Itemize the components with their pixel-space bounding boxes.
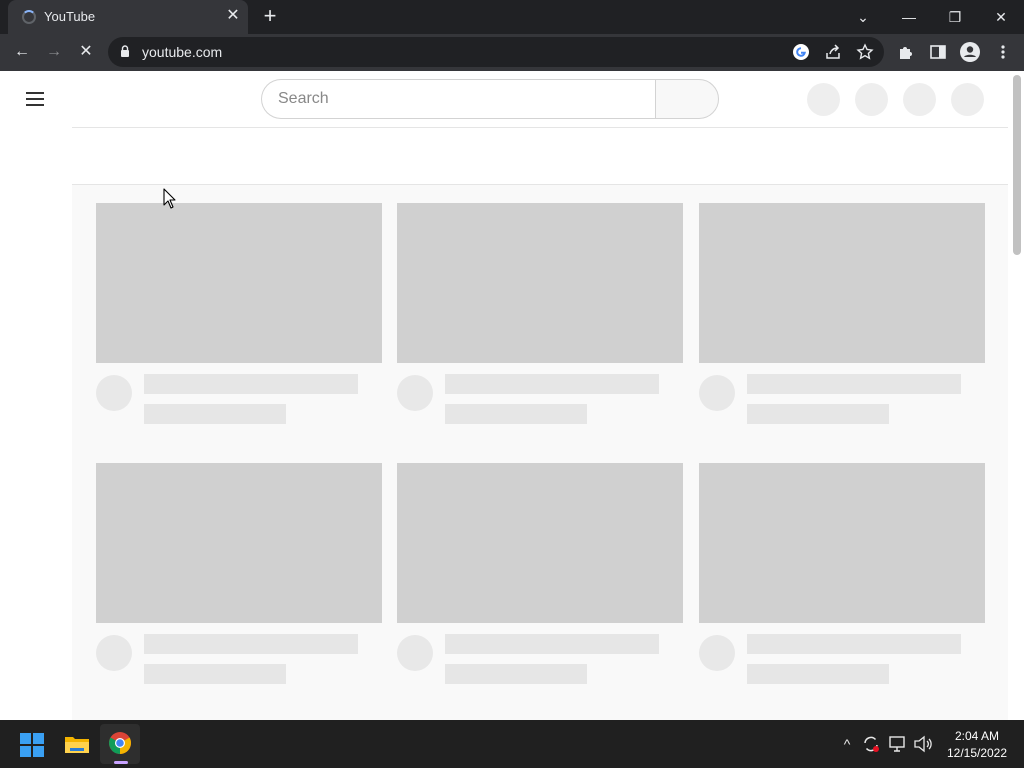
channel-avatar-placeholder xyxy=(699,375,735,411)
network-icon[interactable] xyxy=(888,734,908,754)
share-icon[interactable] xyxy=(824,43,842,61)
extensions-icon[interactable] xyxy=(897,43,915,61)
back-button[interactable]: ← xyxy=(8,38,36,66)
menu-dots-icon[interactable] xyxy=(994,43,1012,61)
forward-button[interactable]: → xyxy=(40,38,68,66)
folder-icon xyxy=(65,737,89,753)
search-button[interactable] xyxy=(655,79,719,119)
chrome-taskbar-button[interactable] xyxy=(100,724,140,764)
thumbnail-placeholder xyxy=(397,203,683,363)
clock-time[interactable]: 2:04 AM xyxy=(944,729,1010,743)
metadata-placeholder xyxy=(445,664,587,684)
channel-avatar-placeholder xyxy=(397,375,433,411)
browser-toolbar: ← → ✕ youtube.com xyxy=(0,34,1024,71)
header-placeholder-circle xyxy=(951,83,984,116)
metadata-placeholder xyxy=(747,404,889,424)
close-window-button[interactable]: ✕ xyxy=(978,0,1024,34)
channel-avatar-placeholder xyxy=(96,375,132,411)
mouse-cursor-icon xyxy=(163,188,176,209)
sync-icon[interactable] xyxy=(861,734,881,754)
windows-logo-icon xyxy=(20,733,44,757)
profile-icon[interactable] xyxy=(959,41,981,63)
channel-avatar-placeholder xyxy=(397,635,433,671)
minimize-button[interactable]: — xyxy=(886,0,932,34)
thumbnail-placeholder xyxy=(397,463,683,623)
video-card-placeholder xyxy=(96,463,382,693)
channel-avatar-placeholder xyxy=(699,635,735,671)
restore-button[interactable]: ❐ xyxy=(932,0,978,34)
start-button[interactable] xyxy=(12,724,52,764)
chips-bar-placeholder xyxy=(72,127,1008,185)
title-placeholder xyxy=(144,374,358,394)
guide-menu-icon[interactable] xyxy=(26,91,46,107)
tab-close-icon[interactable]: ✕ xyxy=(224,7,242,25)
url-text[interactable]: youtube.com xyxy=(142,44,222,60)
title-placeholder xyxy=(445,634,659,654)
video-card-placeholder xyxy=(699,203,985,433)
video-grid xyxy=(72,185,1008,720)
youtube-page xyxy=(0,71,1024,720)
thumbnail-placeholder xyxy=(96,463,382,623)
title-placeholder xyxy=(144,634,358,654)
google-lens-icon[interactable] xyxy=(792,43,810,61)
file-explorer-button[interactable] xyxy=(57,724,97,764)
loading-spinner-icon xyxy=(22,10,36,24)
video-card-placeholder xyxy=(397,463,683,693)
tab-youtube[interactable]: YouTube ✕ xyxy=(8,0,248,34)
lock-icon[interactable] xyxy=(120,45,130,58)
video-card-placeholder xyxy=(96,203,382,433)
stop-loading-button[interactable]: ✕ xyxy=(72,38,100,66)
volume-icon[interactable] xyxy=(913,734,933,754)
header-placeholder-circle xyxy=(855,83,888,116)
metadata-placeholder xyxy=(144,664,286,684)
new-tab-button[interactable]: + xyxy=(258,5,282,29)
clock-date[interactable]: 12/15/2022 xyxy=(944,746,1010,760)
metadata-placeholder xyxy=(144,404,286,424)
tab-search-button[interactable]: ⌄ xyxy=(840,0,886,34)
thumbnail-placeholder xyxy=(699,463,985,623)
address-bar[interactable]: youtube.com xyxy=(108,37,884,67)
tab-title: YouTube xyxy=(44,9,96,24)
metadata-placeholder xyxy=(445,404,587,424)
scrollbar-thumb[interactable] xyxy=(1013,75,1021,255)
metadata-placeholder xyxy=(747,664,889,684)
header-placeholder-circle xyxy=(903,83,936,116)
video-card-placeholder xyxy=(397,203,683,433)
browser-titlebar: YouTube ✕ + ⌄ — ❐ ✕ xyxy=(0,0,1024,34)
channel-avatar-placeholder xyxy=(96,635,132,671)
windows-taskbar: ^ 2:04 AM 12/15/2022 xyxy=(0,720,1024,768)
side-panel-icon[interactable] xyxy=(929,43,947,61)
title-placeholder xyxy=(747,634,961,654)
show-hidden-icons-button[interactable]: ^ xyxy=(836,733,858,755)
header-placeholder-circle xyxy=(807,83,840,116)
bookmark-star-icon[interactable] xyxy=(856,43,874,61)
thumbnail-placeholder xyxy=(699,203,985,363)
video-card-placeholder xyxy=(699,463,985,693)
search-input[interactable] xyxy=(261,79,657,119)
title-placeholder xyxy=(747,374,961,394)
chrome-icon xyxy=(109,732,131,754)
page-scrollbar[interactable] xyxy=(1010,71,1024,720)
active-app-indicator xyxy=(114,761,128,764)
title-placeholder xyxy=(445,374,659,394)
thumbnail-placeholder xyxy=(96,203,382,363)
